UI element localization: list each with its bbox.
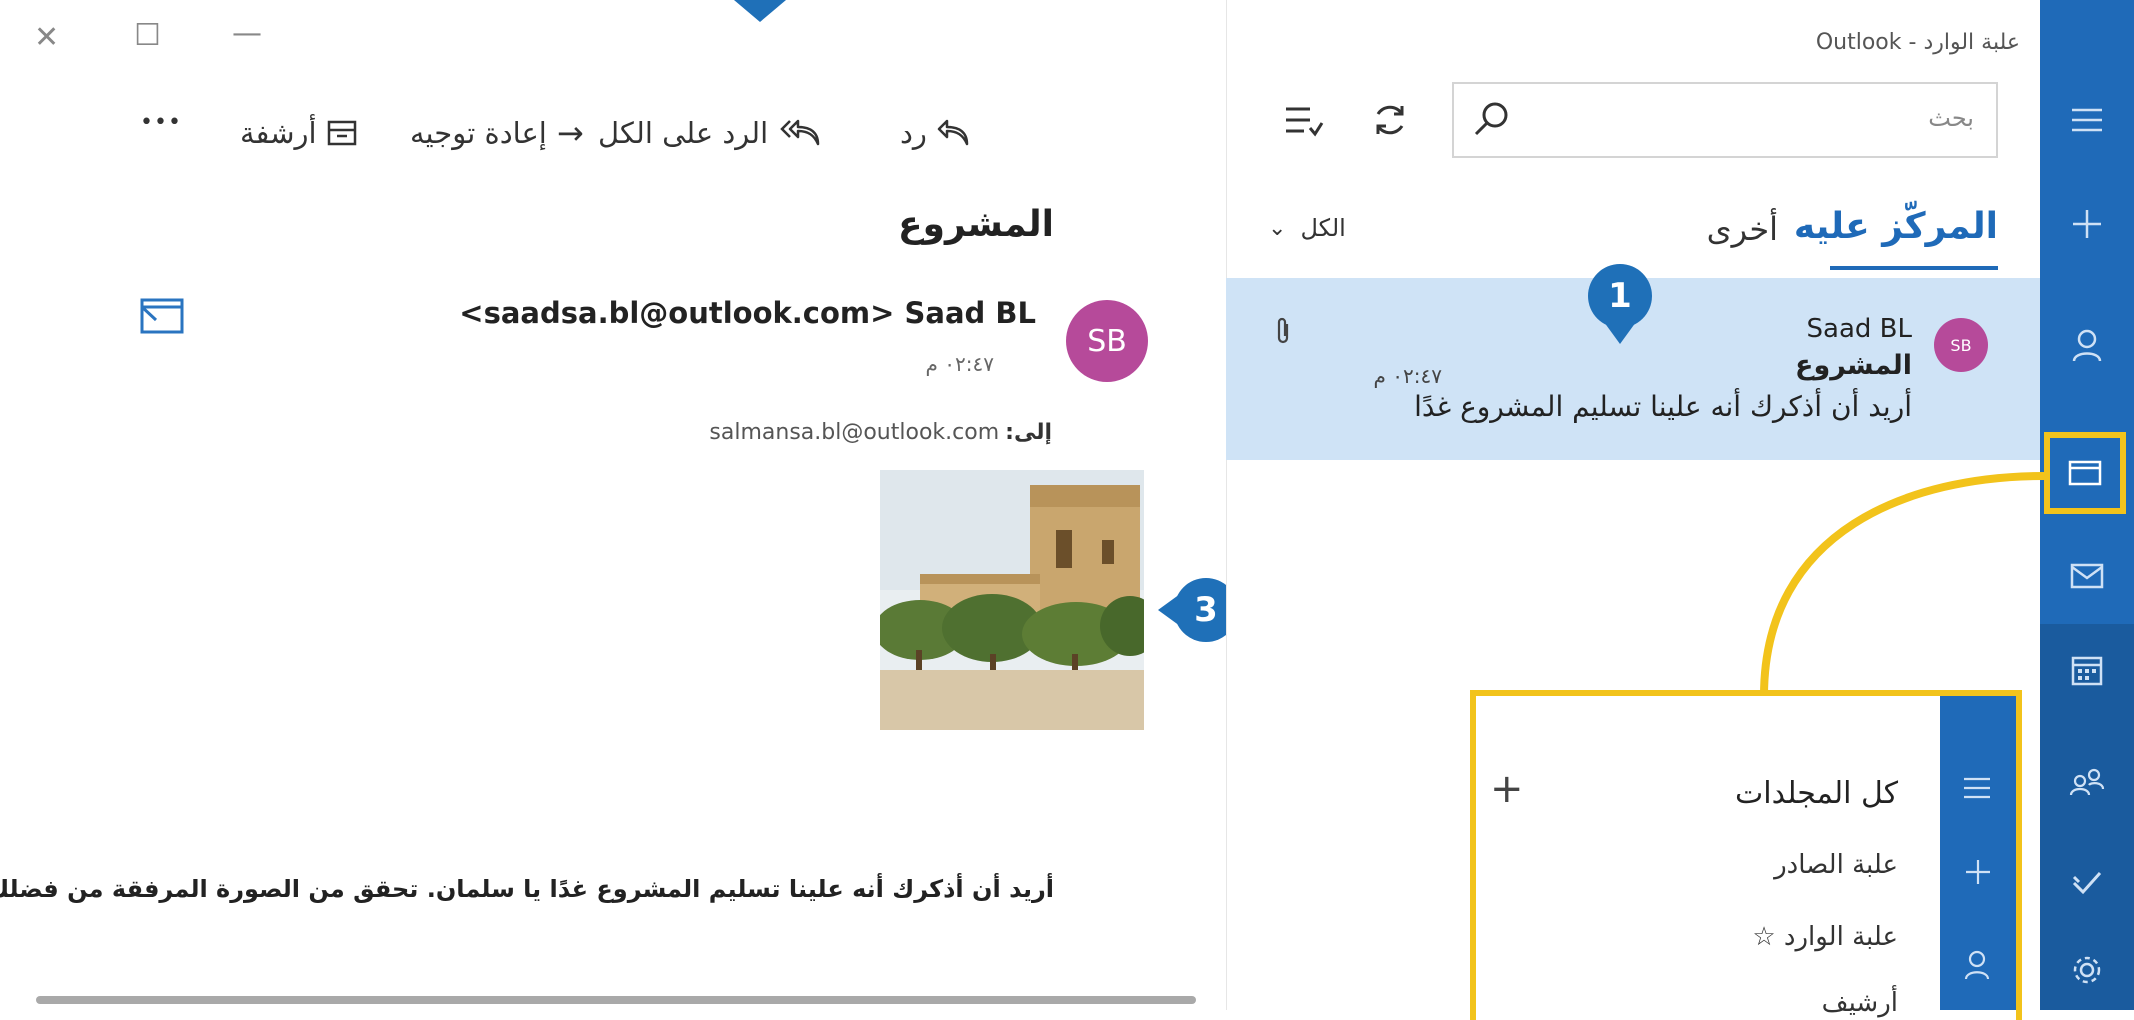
all-folders-title: كل المجلدات	[1735, 776, 1898, 811]
person-icon	[2072, 329, 2102, 362]
filter-dropdown[interactable]: ⌄ الكل	[1268, 214, 1346, 242]
forward-arrow-icon: →	[556, 114, 584, 152]
forward-button[interactable]: إعادة توجيه →	[410, 108, 584, 158]
list-item-subject: المشروع	[1795, 350, 1912, 381]
people-button[interactable]	[2040, 742, 2134, 822]
search-box[interactable]: بحث	[1452, 82, 1998, 158]
callout-3-pointer	[1158, 594, 1180, 626]
callout-1: 1	[1588, 264, 1652, 328]
forward-label: إعادة توجيه	[410, 116, 547, 150]
settings-button[interactable]	[2040, 930, 2134, 1010]
list-item-preview: أريد أن أذكرك أنه علينا تسليم المشروع غد…	[1414, 390, 1912, 423]
message-body: أريد أن أذكرك أنه علينا تسليم المشروع غد…	[0, 875, 1054, 903]
search-icon[interactable]	[1472, 100, 1512, 140]
filter-label: الكل	[1300, 214, 1346, 242]
popup-hamburger-icon[interactable]	[1962, 776, 1992, 800]
tab-other[interactable]: أخرى	[1707, 210, 1778, 248]
people-icon	[2069, 768, 2105, 796]
list-item-avatar: SB	[1934, 318, 1988, 372]
hamburger-menu-button[interactable]	[2040, 80, 2134, 160]
todo-button[interactable]	[2040, 842, 2134, 922]
hamburger-icon	[2072, 108, 2102, 132]
to-address: salmansa.bl@outlook.com	[709, 420, 1000, 445]
reply-icon	[937, 119, 969, 146]
archive-label: أرشفة	[240, 116, 317, 150]
attachment-icon	[1274, 316, 1292, 346]
sender-name: <saadsa.bl@outlook.com> Saad BL	[459, 296, 1036, 330]
to-label: إلى:	[1005, 420, 1052, 445]
horizontal-scrollbar[interactable]	[36, 996, 1196, 1004]
search-input[interactable]: بحث	[1928, 104, 1974, 132]
folder-item-inbox[interactable]: علبة الوارد ☆	[1752, 922, 1898, 952]
maximize-window-button[interactable]: ☐	[134, 18, 161, 53]
callout-pointer	[734, 0, 786, 22]
popup-person-icon[interactable]	[1964, 950, 1990, 980]
recipient-line: إلى: salmansa.bl@outlook.com	[709, 420, 1052, 445]
archive-icon	[327, 120, 356, 146]
new-mail-button[interactable]	[2040, 184, 2134, 264]
list-item-time: ٠٢:٤٧ م	[1373, 364, 1442, 388]
chevron-down-icon: ⌄	[1268, 215, 1287, 241]
reply-all-icon	[780, 119, 820, 146]
popup-plus-icon[interactable]	[1964, 858, 1992, 886]
callout-1-pointer	[1604, 322, 1636, 344]
gear-icon	[2073, 956, 2101, 984]
more-options-button[interactable]: •••	[140, 110, 182, 135]
close-window-button[interactable]: ✕	[34, 20, 59, 55]
reply-label: رد	[900, 116, 927, 150]
popup-connector	[1760, 472, 2045, 697]
reply-all-button[interactable]: الرد على الكل	[598, 108, 822, 158]
message-time: ٠٢:٤٧ م	[925, 352, 994, 376]
folder-item-archive[interactable]: أرشيف	[1822, 988, 1898, 1018]
minimize-window-button[interactable]: —	[232, 16, 262, 51]
folder-item-outbox[interactable]: علبة الصادر	[1774, 850, 1898, 880]
reply-all-label: الرد على الكل	[598, 116, 769, 150]
message-subject: المشروع	[898, 204, 1054, 245]
sync-icon[interactable]	[1370, 100, 1410, 140]
checkmark-icon	[2072, 871, 2102, 895]
accounts-button[interactable]	[2040, 306, 2134, 386]
list-item-sender: Saad BL	[1806, 314, 1912, 344]
add-folder-button[interactable]: +	[1490, 766, 1524, 812]
tab-focused[interactable]: المركّز عليه	[1794, 206, 1998, 247]
sender-avatar: SB	[1066, 300, 1148, 382]
window-title: علبة الوارد - Outlook	[1815, 30, 2020, 55]
selection-mode-icon[interactable]	[1284, 104, 1324, 138]
plus-icon	[2073, 210, 2101, 238]
reply-button[interactable]: رد	[900, 108, 973, 158]
tab-focused-underline	[1830, 266, 1998, 270]
open-in-new-window-icon[interactable]	[140, 298, 184, 334]
archive-button[interactable]: أرشفة	[240, 108, 357, 158]
attached-photo[interactable]	[880, 470, 1144, 730]
